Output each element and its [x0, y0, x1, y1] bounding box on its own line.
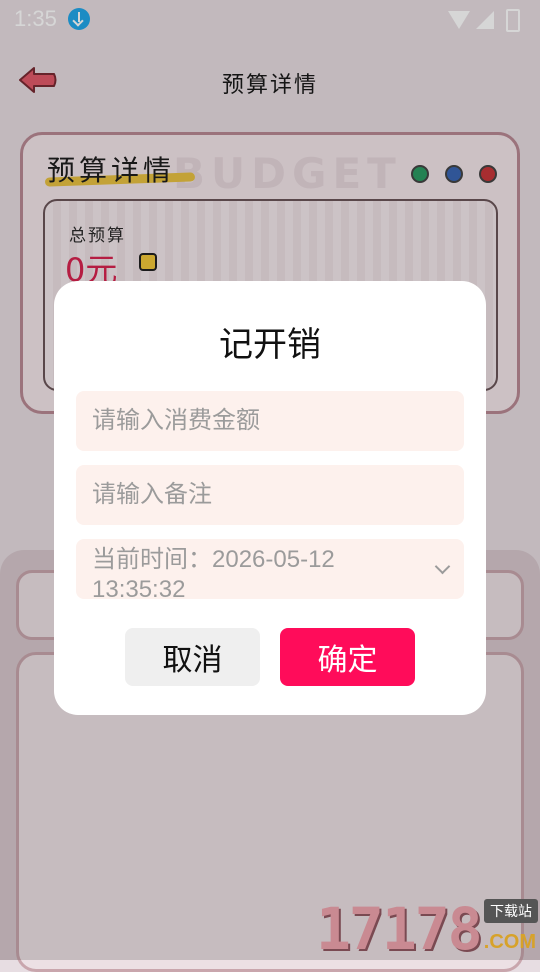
note-input[interactable] [76, 465, 464, 525]
watermark-tag: 下载站 [484, 899, 538, 923]
watermark-suffix: .COM [483, 931, 536, 953]
watermark-logo: 17178 下载站 .COM [316, 895, 538, 963]
time-text: 当前时间：2026-05-12 13:35:32 [92, 546, 335, 603]
cancel-button[interactable]: 取消 [125, 628, 260, 686]
confirm-button[interactable]: 确定 [280, 628, 415, 686]
chevron-down-icon [434, 558, 451, 575]
time-select[interactable]: 当前时间：2026-05-12 13:35:32 [76, 539, 464, 603]
add-expense-dialog: 记开销 当前时间：2026-05-12 13:35:32 取消 确定 [54, 281, 486, 715]
dialog-title: 记开销 [219, 326, 321, 364]
amount-input[interactable] [76, 391, 464, 451]
watermark-number: 17178 [316, 895, 483, 963]
